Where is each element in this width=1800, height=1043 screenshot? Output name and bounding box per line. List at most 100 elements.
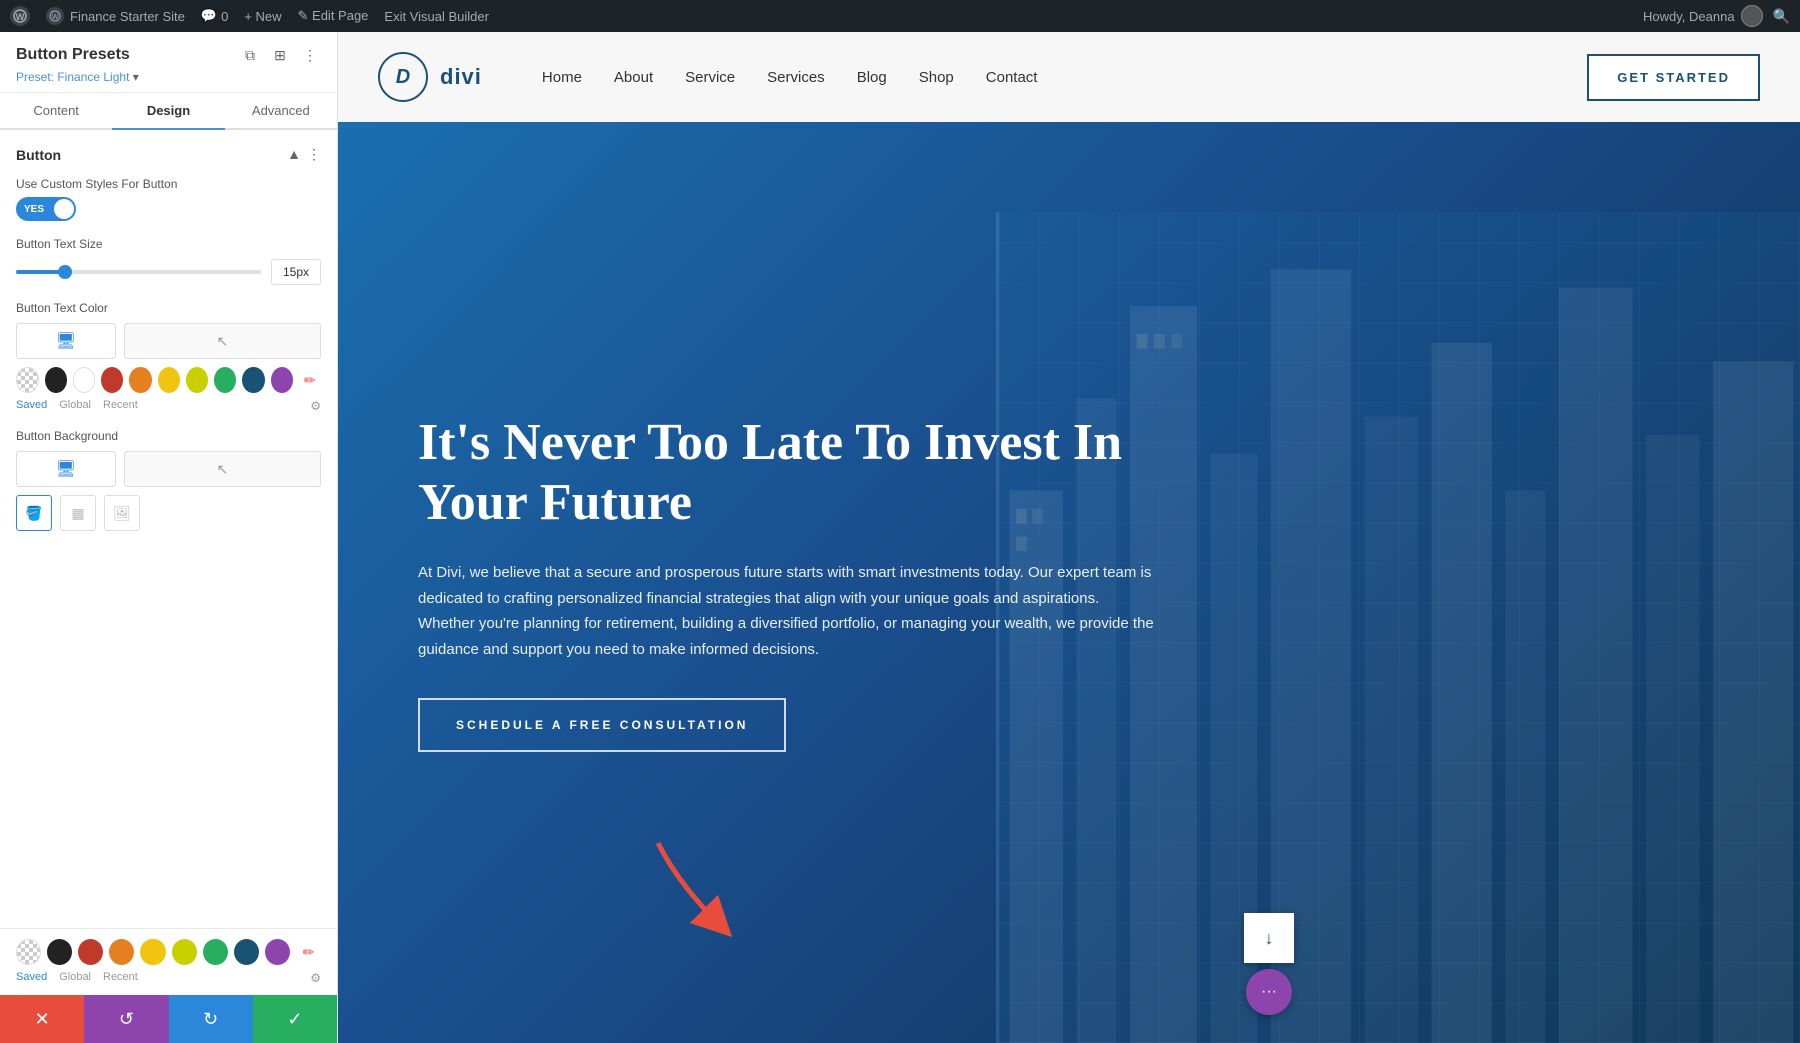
swatch-navy[interactable] (242, 367, 264, 393)
custom-styles-toggle[interactable]: YES (16, 197, 76, 221)
fab-button[interactable]: ··· (1246, 969, 1292, 1015)
section-collapse-icon[interactable]: ▲ (287, 146, 301, 163)
admin-avatar[interactable] (1741, 5, 1763, 27)
color-preview-desktop[interactable]: 🖥 (16, 323, 116, 359)
site-wp-icon: W (46, 7, 64, 25)
site-logo: D divi (378, 52, 482, 102)
custom-styles-field: Use Custom Styles For Button YES (16, 177, 321, 221)
tab-advanced[interactable]: Advanced (225, 93, 337, 128)
panel-title-row: Button Presets ⧉ ⊞ ⋮ (16, 44, 321, 66)
color-tab-saved[interactable]: Saved (16, 399, 47, 413)
custom-styles-label: Use Custom Styles For Button (16, 177, 321, 191)
bottom-tab-global[interactable]: Global (59, 971, 91, 985)
nav-about[interactable]: About (614, 69, 653, 86)
nav-home[interactable]: Home (542, 69, 582, 86)
color-preview-swatch[interactable]: ↖ (124, 323, 321, 359)
image-icon: 🖼 (113, 505, 131, 522)
toggle-container: YES (16, 197, 321, 221)
pencil-icon: ✏ (304, 372, 316, 389)
tab-design[interactable]: Design (112, 93, 224, 128)
bottom-swatch-yellow[interactable] (140, 939, 165, 965)
bottom-swatch-lime[interactable] (172, 939, 197, 965)
new-btn-label: + New (244, 9, 281, 24)
bottom-swatch-green[interactable] (203, 939, 228, 965)
bottom-swatch-transparent[interactable] (16, 939, 41, 965)
bottom-swatch-orange[interactable] (109, 939, 134, 965)
footer-cancel-btn[interactable]: ✕ (0, 995, 84, 1043)
nav-contact[interactable]: Contact (986, 69, 1038, 86)
bg-preview-swatch[interactable]: ↖ (124, 451, 321, 487)
footer-redo-btn[interactable]: ↻ (169, 995, 253, 1043)
nav-service[interactable]: Service (685, 69, 735, 86)
bg-type-gradient[interactable]: ▦ (60, 495, 96, 531)
bottom-swatch-black[interactable] (47, 939, 72, 965)
bottom-tab-recent[interactable]: Recent (103, 971, 138, 985)
tab-content[interactable]: Content (0, 93, 112, 128)
footer-save-btn[interactable]: ✓ (253, 995, 337, 1043)
swatch-white[interactable] (73, 367, 96, 393)
hero-content: It's Never Too Late To Invest In Your Fu… (338, 353, 1238, 813)
hero-cta-button[interactable]: SCHEDULE A FREE CONSULTATION (418, 698, 786, 752)
scroll-down-button[interactable]: ↓ (1244, 913, 1294, 963)
swatch-transparent[interactable] (16, 367, 39, 393)
admin-site-name[interactable]: W Finance Starter Site (46, 7, 185, 25)
bottom-settings-icon[interactable]: ⚙ (310, 971, 321, 985)
grid-icon[interactable]: ⊞ (269, 44, 291, 66)
bottom-swatch-custom[interactable]: ✏ (296, 939, 321, 965)
bg-type-image[interactable]: 🖼 (104, 495, 140, 531)
panel-content: Button ▲ ⋮ Use Custom Styles For Button … (0, 130, 337, 928)
admin-new-btn[interactable]: + New (244, 9, 281, 24)
admin-exit-builder-btn[interactable]: Exit Visual Builder (384, 9, 489, 24)
bg-preview-desktop[interactable]: 🖥 (16, 451, 116, 487)
hero-title: It's Never Too Late To Invest In Your Fu… (418, 413, 1158, 533)
admin-comment-btn[interactable]: 💬 0 (201, 8, 228, 24)
swatch-black[interactable] (45, 367, 67, 393)
color-tabs: Saved Global Recent ⚙ (16, 399, 321, 413)
admin-search-icon[interactable]: 🔍 (1773, 8, 1790, 25)
bottom-color-tabs: Saved Global Recent ⚙ (16, 971, 321, 985)
slider-track[interactable] (16, 270, 261, 274)
footer-undo-btn[interactable]: ↺ (84, 995, 168, 1043)
swatch-red[interactable] (101, 367, 123, 393)
panel-footer: ✕ ↺ ↻ ✓ (0, 995, 337, 1043)
bottom-tab-saved[interactable]: Saved (16, 971, 47, 985)
nav-services[interactable]: Services (767, 69, 825, 86)
color-swatches-row: ✏ (16, 367, 321, 393)
cancel-icon: ✕ (35, 1009, 50, 1030)
more-options-icon[interactable]: ⋮ (299, 44, 321, 66)
admin-site-name-text: Finance Starter Site (70, 9, 185, 24)
admin-bar-right: Howdy, Deanna 🔍 (1643, 5, 1790, 27)
site-header: D divi Home About Service Services Blo (338, 32, 1800, 122)
color-tab-global[interactable]: Global (59, 399, 91, 413)
slider-thumb[interactable] (58, 265, 72, 279)
swatch-custom-color[interactable]: ✏ (299, 367, 321, 393)
color-tab-recent[interactable]: Recent (103, 399, 138, 413)
swatch-green[interactable] (214, 367, 236, 393)
slider-value[interactable]: 15px (271, 259, 321, 285)
comment-count: 0 (221, 9, 228, 24)
swatch-lime[interactable] (186, 367, 208, 393)
bottom-swatch-red[interactable] (78, 939, 103, 965)
color-settings-icon[interactable]: ⚙ (310, 399, 321, 413)
site-cta: GET STARTED (1587, 54, 1760, 101)
tab-bar: Content Design Advanced (0, 93, 337, 130)
bottom-swatch-purple[interactable] (265, 939, 290, 965)
admin-edit-page-btn[interactable]: ✎ Edit Page (298, 8, 369, 24)
scroll-down-icon: ↓ (1265, 928, 1274, 949)
swatch-orange[interactable] (129, 367, 151, 393)
bg-type-row: 🪣 ▦ 🖼 (16, 495, 321, 531)
nav-shop[interactable]: Shop (919, 69, 954, 86)
bottom-swatch-navy[interactable] (234, 939, 259, 965)
bg-cursor-icon: ↖ (216, 461, 228, 478)
gradient-icon: ▦ (71, 505, 84, 522)
swatch-purple[interactable] (271, 367, 293, 393)
swatch-yellow[interactable] (158, 367, 180, 393)
bg-type-fill[interactable]: 🪣 (16, 495, 52, 531)
nav-blog[interactable]: Blog (857, 69, 887, 86)
wp-logo-icon[interactable]: W (10, 6, 30, 26)
section-more-icon[interactable]: ⋮ (307, 146, 321, 163)
duplicate-icon[interactable]: ⧉ (239, 44, 261, 66)
get-started-button[interactable]: GET STARTED (1587, 54, 1760, 101)
button-text-color-label: Button Text Color (16, 301, 321, 315)
slider-control: 15px (16, 259, 321, 285)
